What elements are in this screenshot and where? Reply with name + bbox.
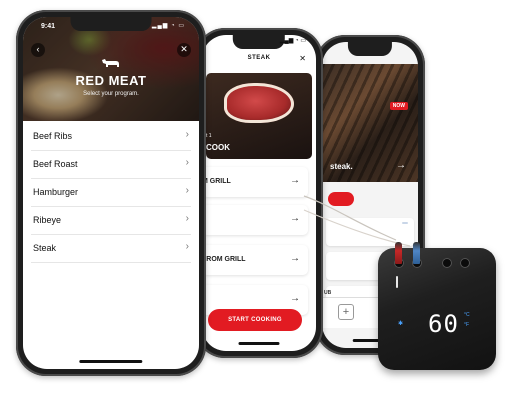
- probe-jack: [442, 258, 452, 268]
- page-title: RED MEAT: [75, 73, 147, 88]
- arrow-right-icon: →: [290, 253, 300, 264]
- step-label: FROM GRILL: [202, 256, 246, 263]
- page-subtitle: Select your program.: [83, 91, 139, 97]
- list-item[interactable]: Steak ›: [31, 235, 191, 263]
- status-icons: ▂▄▆ ◔ ▭: [151, 23, 185, 29]
- hero-caption: t 1: [206, 133, 212, 139]
- now-badge: NOW: [389, 102, 408, 110]
- chevron-right-icon: ›: [185, 129, 189, 140]
- arrow-right-icon: →: [290, 175, 300, 186]
- notch: [70, 17, 152, 31]
- home-indicator: [238, 342, 280, 345]
- unit-indicator: °C: [464, 312, 470, 318]
- hero-text: steak.: [330, 162, 353, 171]
- steak-image: t 1 COOK: [206, 73, 312, 159]
- blue-probe-plug: [413, 242, 420, 264]
- list-item-label: Hamburger: [33, 187, 79, 197]
- hero-overlay: [23, 17, 199, 121]
- step-card[interactable]: M GRILL →: [202, 167, 308, 197]
- status-led: [396, 276, 398, 288]
- unit-indicator: °F: [464, 322, 470, 328]
- chevron-right-icon: ›: [185, 185, 189, 196]
- close-icon[interactable]: ✕: [177, 43, 191, 57]
- red-probe-plug: [395, 242, 402, 264]
- step-label: M GRILL: [202, 178, 231, 185]
- step-card[interactable]: FROM GRILL →: [202, 245, 308, 275]
- chevron-right-icon: ›: [185, 213, 189, 224]
- phone-front: 9:41 ▂▄▆ ◔ ▭ ‹ ✕ RED MEAT Select your pr…: [16, 10, 206, 376]
- phone-middle-screen: ▂▄▆ ◔ ▭ STEAK ✕ t 1 COOK M GRILL → → FRO…: [202, 35, 316, 351]
- thermometer-device: ✱ 60 °C °F: [378, 242, 496, 370]
- chevron-right-icon: ›: [185, 157, 189, 168]
- plus-icon[interactable]: +: [338, 304, 354, 320]
- list-item[interactable]: Beef Ribs ›: [31, 123, 191, 151]
- step-card[interactable]: →: [202, 205, 308, 235]
- arrow-right-icon: →: [290, 293, 300, 304]
- close-icon[interactable]: ✕: [299, 54, 306, 63]
- chevron-right-icon: ›: [185, 241, 189, 252]
- list-item[interactable]: Beef Roast ›: [31, 151, 191, 179]
- chevron-left-icon[interactable]: ‹: [31, 43, 45, 57]
- phone-front-screen: 9:41 ▂▄▆ ◔ ▭ ‹ ✕ RED MEAT Select your pr…: [23, 17, 199, 369]
- program-list: Beef Ribs › Beef Roast › Hamburger › Rib…: [23, 123, 199, 263]
- arrow-right-icon: →: [290, 213, 300, 224]
- red-meat-hero-image: [23, 17, 199, 121]
- cow-icon: [102, 59, 119, 67]
- list-item[interactable]: Ribeye ›: [31, 207, 191, 235]
- list-item-label: Steak: [33, 243, 57, 253]
- red-pill-button[interactable]: [328, 192, 354, 206]
- bluetooth-icon: ✱: [398, 321, 404, 327]
- home-indicator: [79, 360, 143, 363]
- grill-image: NOW steak. →: [322, 64, 418, 182]
- list-item-label: Ribeye: [33, 215, 62, 225]
- probe-jack: [460, 258, 470, 268]
- phone-middle: ▂▄▆ ◔ ▭ STEAK ✕ t 1 COOK M GRILL → → FRO…: [195, 28, 323, 358]
- hero-title: COOK: [206, 143, 230, 152]
- notch: [347, 42, 393, 56]
- tab-label: UB: [324, 290, 332, 296]
- status-badge: [402, 222, 408, 224]
- list-item-label: Beef Ribs: [33, 131, 73, 141]
- status-time: 9:41: [41, 23, 56, 30]
- status-icons: ▂▄▆ ◔ ▭: [279, 38, 306, 44]
- temperature-display: 60: [428, 310, 459, 338]
- start-cooking-button[interactable]: START COOKING: [208, 309, 302, 331]
- steak-photo: [224, 83, 294, 123]
- list-item[interactable]: Hamburger ›: [31, 179, 191, 207]
- arrow-right-icon[interactable]: →: [396, 160, 406, 171]
- list-item-label: Beef Roast: [33, 159, 78, 169]
- notch: [232, 35, 286, 49]
